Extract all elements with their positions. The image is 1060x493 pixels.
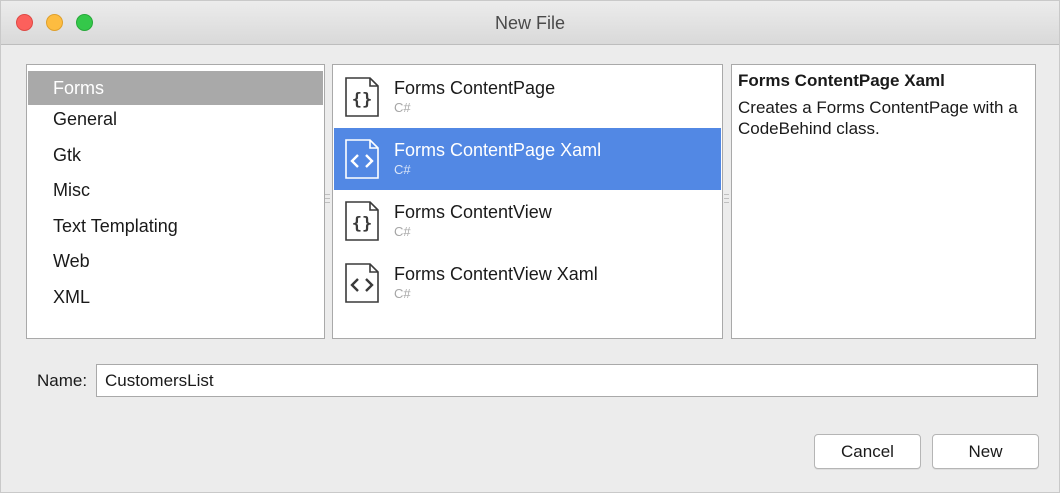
name-label: Name: xyxy=(37,371,88,390)
name-input[interactable] xyxy=(96,364,1038,397)
template-item-forms-contentpage-xaml[interactable]: Forms ContentPage Xaml C# xyxy=(334,128,721,190)
description-title: Forms ContentPage Xaml xyxy=(738,71,945,90)
description-text: Creates a Forms ContentPage with a CodeB… xyxy=(738,98,1018,138)
description-panel: Forms ContentPage Xaml Creates a Forms C… xyxy=(731,64,1036,339)
template-item-forms-contentview-xaml[interactable]: Forms ContentView Xaml C# xyxy=(334,252,721,314)
splitter-handle-right[interactable] xyxy=(724,194,729,208)
category-item-forms[interactable]: Forms xyxy=(28,71,323,105)
xml-brackets-icon xyxy=(345,139,379,179)
category-item-misc[interactable]: Misc xyxy=(28,173,323,207)
code-braces-icon: {} xyxy=(345,77,379,117)
category-item-general[interactable]: General xyxy=(28,102,323,136)
svg-text:{}: {} xyxy=(352,214,372,234)
template-item-forms-contentpage[interactable]: {} Forms ContentPage C# xyxy=(334,66,721,128)
code-braces-icon: {} xyxy=(345,201,379,241)
category-list: Forms General Gtk Misc Text Templating W… xyxy=(26,64,325,339)
template-list: {} Forms ContentPage C# Forms ContentPag… xyxy=(332,64,723,339)
template-name: Forms ContentPage xyxy=(394,78,556,98)
window-title: New File xyxy=(494,13,565,33)
cancel-button[interactable]: Cancel xyxy=(814,434,921,469)
template-name: Forms ContentView xyxy=(394,202,552,222)
template-name: Forms ContentView Xaml xyxy=(394,264,598,284)
new-button[interactable]: New xyxy=(932,434,1039,469)
template-language: C# xyxy=(394,100,411,115)
category-item-web[interactable]: Web xyxy=(28,244,323,278)
category-item-gtk[interactable]: Gtk xyxy=(28,138,323,172)
xml-brackets-icon xyxy=(345,263,379,303)
category-item-xml[interactable]: XML xyxy=(28,280,323,314)
svg-text:{}: {} xyxy=(352,90,372,110)
template-language: C# xyxy=(394,286,411,301)
template-language: C# xyxy=(394,224,411,239)
template-item-forms-contentview[interactable]: {} Forms ContentView C# xyxy=(334,190,721,252)
title-bar: New File xyxy=(1,1,1059,45)
splitter-handle-left[interactable] xyxy=(325,194,330,208)
template-name: Forms ContentPage Xaml xyxy=(394,140,602,160)
new-file-dialog: New File Forms General Gtk Misc Text Tem… xyxy=(0,0,1060,493)
template-language: C# xyxy=(394,162,411,177)
category-item-text-templating[interactable]: Text Templating xyxy=(28,209,323,243)
